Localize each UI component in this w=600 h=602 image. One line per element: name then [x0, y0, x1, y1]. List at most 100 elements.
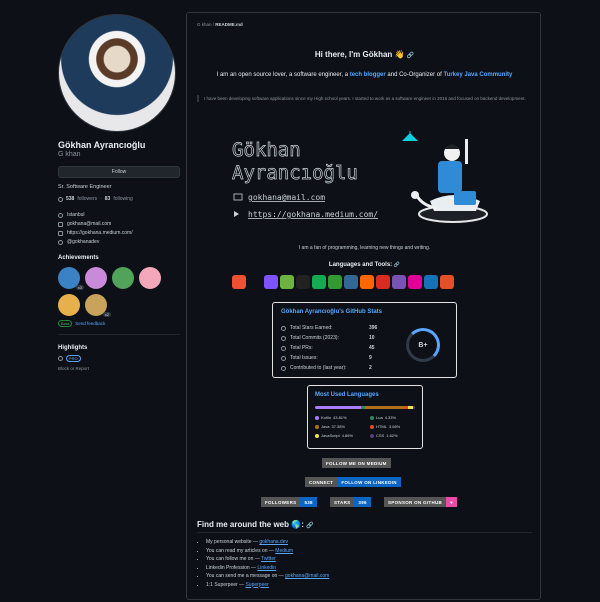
achievement-badge-quickdraw[interactable]	[112, 267, 134, 289]
link-icon	[58, 230, 63, 236]
language-percent: 37.38%	[331, 424, 346, 429]
stat-label: Total Stars Earned:	[290, 325, 333, 331]
mongodb-icon[interactable]	[312, 275, 326, 289]
link-icon[interactable]: 🔗	[306, 523, 313, 529]
redis-icon[interactable]	[376, 275, 390, 289]
web-link[interactable]: Superpeer	[245, 582, 268, 588]
breadcrumb: G khan / README.md	[197, 22, 243, 27]
followers-count[interactable]: 538	[66, 196, 74, 202]
java-community-link[interactable]: Turkey Java Community	[443, 72, 512, 78]
achievements-title[interactable]: Achievements	[58, 255, 180, 261]
bootstrap-icon[interactable]	[392, 275, 406, 289]
beta-label: Beta	[58, 320, 73, 327]
stat-icon	[281, 345, 286, 351]
stat-row: Total Commits (2023): 10	[281, 335, 375, 341]
twitter-link[interactable]: @gokhanadev	[67, 239, 99, 245]
language-name: HTML	[376, 424, 387, 429]
profile-info: Istanbul gokhana@mail.com https://gokhan…	[58, 212, 180, 245]
linkedin-badge-left: CONNECT	[305, 477, 338, 487]
email-link[interactable]: gokhana@mail.com	[67, 221, 111, 227]
link-icon[interactable]: 🔗	[394, 262, 400, 268]
git-icon[interactable]	[232, 275, 246, 289]
banner-first-name: Gökhan	[232, 139, 301, 161]
java-icon[interactable]	[248, 275, 262, 289]
readme-title: Hi there, I'm Gökhan 👋 🔗	[187, 50, 542, 59]
language-percent: 4.33%	[384, 415, 397, 420]
language-item: JavaScript 4.86%	[315, 433, 353, 438]
top-languages-card[interactable]: Most Used Languages Kotlin 43.81% Lua 4.33%…	[307, 385, 423, 449]
web-link-text: You can read my articles on —	[206, 547, 276, 554]
stat-row: Total PRs: 45	[281, 345, 375, 351]
html5-icon[interactable]	[440, 275, 454, 289]
web-links-list: My personal website — gokhana.dev You can…	[202, 539, 329, 590]
fan-text: I am a fan of programming, learning new …	[298, 245, 431, 251]
twitter: @gokhanadev	[58, 239, 180, 245]
language-percent: 4.86%	[341, 433, 354, 438]
achievement-count: x2	[102, 312, 111, 317]
stat-label: Total PRs:	[290, 345, 313, 351]
web-link-item: Linkedin Profession — Linkedin	[206, 565, 329, 571]
github-stats-card[interactable]: Gökhan Ayrancıoğlu's GitHub Stats Total …	[272, 302, 457, 378]
stars-badge[interactable]: STARS 396	[330, 497, 371, 507]
email: gokhana@mail.com	[58, 221, 180, 227]
sponsor-badge[interactable]: SPONSOR ON GITHUB ♥	[384, 497, 458, 507]
medium-badge[interactable]: FOLLOW ME ON MEDIUM	[322, 458, 391, 468]
website-link[interactable]: https://gokhana.medium.com/	[67, 230, 133, 236]
language-dot	[370, 415, 374, 420]
language-dot	[315, 424, 319, 429]
stat-icon	[281, 365, 286, 371]
linkedin-badge-right: FOLLOW ON LINKEDIN	[337, 477, 401, 487]
achievement-badge-starstruck[interactable]	[58, 294, 80, 316]
graphql-icon[interactable]	[408, 275, 422, 289]
avatar[interactable]	[58, 14, 176, 132]
kotlin-icon[interactable]	[264, 275, 278, 289]
follow-button[interactable]: Follow	[58, 166, 180, 178]
stat-label: Total Issues:	[290, 355, 318, 361]
readme-card: G khan / README.md Hi there, I'm Gökhan …	[186, 12, 541, 600]
pro-badge: PRO	[66, 355, 81, 362]
achievement-badge-pull-shark[interactable]: x3	[58, 267, 84, 290]
achievement-badge-yolo[interactable]	[85, 267, 107, 289]
web-link[interactable]: Twitter	[261, 556, 276, 562]
achievement-badge-heart-on-sleeve[interactable]	[139, 267, 161, 289]
linkedin-badge[interactable]: CONNECT FOLLOW ON LINKEDIN	[305, 477, 401, 487]
languages-tools-title: Languages and Tools: 🔗	[187, 262, 542, 268]
spring-icon[interactable]	[280, 275, 294, 289]
achievement-badge-pair-extraordinaire[interactable]: x2	[85, 294, 111, 317]
web-link-item: You can send me a message on — gokhana@m…	[206, 573, 329, 579]
web-link[interactable]: Linkedin	[257, 565, 276, 571]
stat-value: 2	[369, 365, 372, 371]
link-icon[interactable]: 🔗	[407, 53, 414, 59]
nodejs-icon[interactable]	[328, 275, 342, 289]
crumb-user[interactable]: G khan	[197, 22, 212, 27]
language-item: Lua 4.33%	[370, 415, 396, 420]
language-item: CSS 1.62%	[370, 433, 398, 438]
web-link[interactable]: gokhana.dev	[259, 539, 288, 545]
tech-blogger-link[interactable]: tech blogger	[350, 72, 386, 78]
mail-icon	[58, 221, 63, 227]
postgresql-icon[interactable]	[344, 275, 358, 289]
location-icon	[58, 212, 63, 218]
followers-badge[interactable]: FOLLOWERS 538	[261, 497, 317, 507]
rabbitmq-icon[interactable]	[360, 275, 374, 289]
followers-label[interactable]: followers	[77, 196, 97, 202]
tools-row	[232, 275, 454, 289]
linux-icon[interactable]	[296, 275, 310, 289]
following-label[interactable]: following	[113, 196, 132, 202]
highlights-row: PRO	[58, 355, 180, 362]
stat-row: Total Issues: 9	[281, 355, 372, 361]
language-name: CSS	[376, 433, 385, 438]
crumb-file[interactable]: README.md	[215, 22, 243, 27]
web-link[interactable]: gokhana@mail.com	[285, 573, 329, 579]
block-report-link[interactable]: Block or Report	[58, 366, 180, 371]
find-me-title: Find me around the web 🌎: 🔗	[197, 520, 314, 529]
css3-icon[interactable]	[424, 275, 438, 289]
language-dot	[370, 424, 374, 429]
web-link[interactable]: Medium	[275, 548, 293, 554]
stat-value: 9	[369, 355, 372, 361]
send-feedback-link[interactable]: Send feedback	[75, 321, 105, 326]
twitter-icon	[58, 239, 63, 245]
stat-value: 45	[369, 345, 375, 351]
bio-quote: I have been developing software applicat…	[197, 95, 527, 102]
following-count[interactable]: 83	[105, 196, 111, 202]
